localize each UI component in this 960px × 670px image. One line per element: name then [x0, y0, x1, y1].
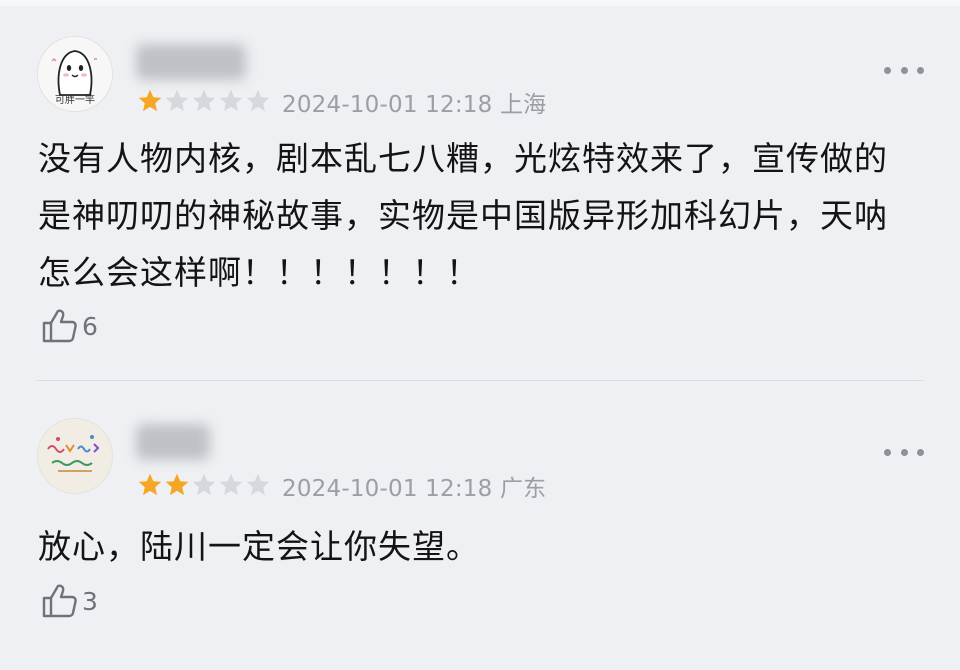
- username-blurred[interactable]: [136, 44, 246, 80]
- review-content: 放心，陆川一定会让你失望。: [38, 527, 480, 566]
- like-count: 6: [82, 311, 98, 341]
- review-content: 没有人物内核，剧本乱七八糟，光炫特效来了，宣传做的是神叨叨的神秘故事，实物是中国…: [38, 139, 888, 292]
- more-dots-icon: [917, 66, 924, 74]
- rating-stars: [137, 88, 271, 114]
- star-empty-icon: [192, 473, 216, 496]
- star-empty-icon: [219, 473, 243, 496]
- star-filled-icon: [138, 473, 162, 496]
- location: 广东: [499, 476, 547, 502]
- star-filled-icon: [138, 89, 162, 112]
- avatar[interactable]: [37, 418, 113, 494]
- timestamp: 2024-10-01 12:18: [282, 476, 493, 502]
- rating-stars: [137, 472, 271, 498]
- more-dots-icon: [900, 448, 908, 456]
- username-blurred[interactable]: [136, 424, 210, 460]
- avatar-handwriting-icon: [38, 419, 112, 493]
- review-meta: 2024-10-01 12:18 广东: [282, 469, 546, 503]
- thumbs-up-icon: [42, 309, 77, 343]
- avatar[interactable]: 可胖一竿: [37, 36, 113, 112]
- more-button[interactable]: [884, 444, 924, 460]
- more-button[interactable]: [884, 62, 924, 78]
- more-dots-icon: [884, 66, 891, 74]
- star-empty-icon: [246, 89, 270, 112]
- thumbs-up-icon: [42, 584, 77, 618]
- review-meta: 2024-10-01 12:18 上海: [282, 85, 546, 119]
- more-dots-icon: [884, 448, 891, 456]
- star-filled-icon: [165, 473, 189, 496]
- star-empty-icon: [165, 89, 189, 112]
- location: 上海: [499, 92, 547, 118]
- star-empty-icon: [219, 89, 243, 112]
- more-dots-icon: [917, 448, 924, 456]
- top-edge: [0, 0, 960, 6]
- star-empty-icon: [192, 89, 216, 112]
- divider: [36, 380, 924, 381]
- like-button[interactable]: 3: [40, 581, 98, 621]
- like-count: 3: [82, 586, 98, 616]
- like-button[interactable]: 6: [40, 306, 98, 346]
- star-empty-icon: [246, 473, 270, 496]
- more-dots-icon: [900, 66, 908, 74]
- avatar-caption: 可胖一竿: [55, 95, 95, 106]
- timestamp: 2024-10-01 12:18: [282, 92, 493, 118]
